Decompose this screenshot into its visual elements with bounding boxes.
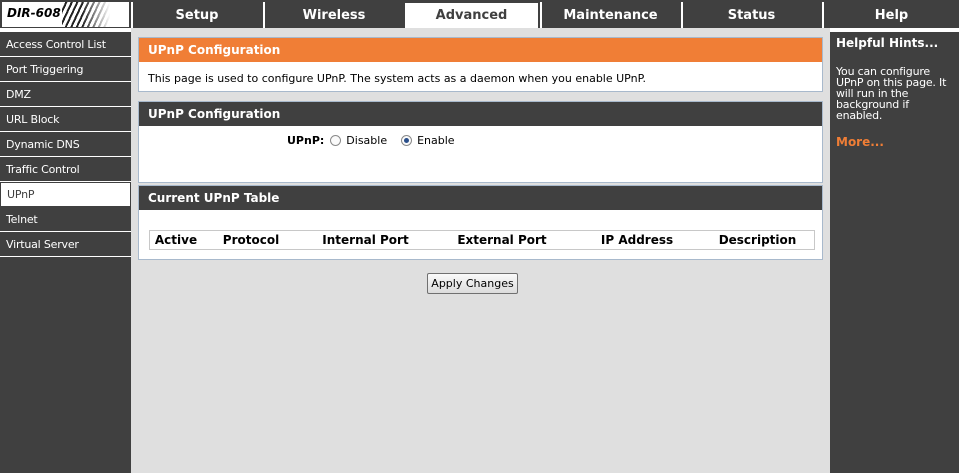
upnp-enable-radio[interactable] (401, 134, 413, 146)
tab-maintenance[interactable]: Maintenance (540, 2, 679, 28)
sidebar-item-virtual-server[interactable]: Virtual Server (0, 232, 131, 257)
sidebar-item-dynamic-dns[interactable]: Dynamic DNS (0, 132, 131, 157)
config-section: UPnP Configuration UPnP: Disable Enable (138, 101, 823, 183)
hints-text: You can configure UPnP on this page. It … (836, 65, 947, 122)
sidebar-item-access-control-list[interactable]: Access Control List (0, 32, 131, 57)
sidebar-item-url-block[interactable]: URL Block (0, 107, 131, 132)
column-header-protocol: Protocol (222, 233, 280, 247)
main-content: UPnP Configuration This page is used to … (131, 28, 830, 473)
tab-wireless[interactable]: Wireless (263, 2, 403, 28)
upnp-disable-label[interactable]: Disable (346, 134, 387, 147)
sidebar-item-dmz[interactable]: DMZ (0, 82, 131, 107)
sidebar-item-traffic-control[interactable]: Traffic Control (0, 157, 131, 182)
column-header-internal-port: Internal Port (322, 233, 409, 247)
hints-title: Helpful Hints... (836, 36, 939, 50)
column-header-ip-address: IP Address (600, 233, 674, 247)
model-name: DIR-608 (7, 6, 61, 20)
sidebar: Access Control List Port Triggering DMZ … (0, 32, 131, 473)
upnp-table-section: Current UPnP Table Active Protocol Inter… (138, 185, 823, 260)
upnp-table-header: Active Protocol Internal Port External P… (149, 230, 815, 250)
column-header-description: Description (718, 233, 797, 247)
helpful-hints-panel: Helpful Hints... You can configure UPnP … (830, 32, 959, 473)
tab-setup[interactable]: Setup (131, 2, 261, 28)
sidebar-item-upnp[interactable]: UPnP (0, 182, 131, 207)
upnp-disable-radio[interactable] (330, 134, 342, 146)
top-header: DIR-608 Setup Wireless Advanced Maintena… (0, 0, 959, 28)
brand-logo: DIR-608 (2, 2, 129, 27)
intro-text: This page is used to configure UPnP. The… (148, 72, 647, 85)
intro-title: UPnP Configuration (139, 38, 822, 62)
column-header-external-port: External Port (457, 233, 547, 247)
hints-more-link[interactable]: More... (836, 135, 953, 149)
tab-status[interactable]: Status (681, 2, 820, 28)
column-header-active: Active (154, 233, 198, 247)
tab-advanced[interactable]: Advanced (404, 2, 539, 28)
sidebar-item-telnet[interactable]: Telnet (0, 207, 131, 232)
upnp-enable-label[interactable]: Enable (417, 134, 454, 147)
upnp-label: UPnP: (287, 133, 325, 147)
sidebar-item-port-triggering[interactable]: Port Triggering (0, 57, 131, 82)
tab-help[interactable]: Help (822, 2, 959, 28)
config-title: UPnP Configuration (139, 102, 822, 126)
intro-section: UPnP Configuration This page is used to … (138, 37, 823, 92)
upnp-table-title: Current UPnP Table (139, 186, 822, 210)
upnp-radio-group: UPnP: Disable Enable (139, 126, 822, 154)
apply-changes-button[interactable]: Apply Changes (427, 273, 518, 294)
logo-stripes-icon (62, 2, 129, 27)
